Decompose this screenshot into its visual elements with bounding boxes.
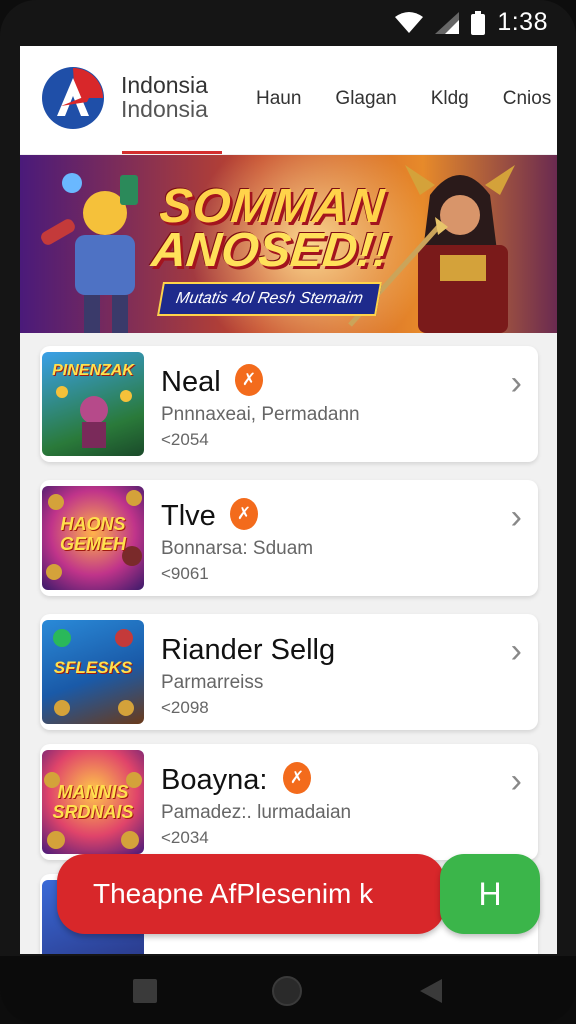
chevron-right-icon[interactable]: › <box>511 498 522 537</box>
chevron-right-icon[interactable]: › <box>511 632 522 671</box>
thumbnail-title: SFLESKS <box>53 658 133 677</box>
app-logo-icon[interactable] <box>41 66 105 130</box>
game-thumbnail: MANNIS SRDNAIS <box>42 750 144 854</box>
game-meta: <2054 <box>161 430 209 449</box>
nav-item-3[interactable]: Kldg <box>431 88 469 110</box>
chevron-right-icon[interactable]: › <box>511 364 522 403</box>
game-subtitle: Pnnnaxeai, Permadann <box>161 404 360 425</box>
nav-item-1[interactable]: Haun <box>256 88 301 110</box>
game-card[interactable]: SFLESKS Riander Sellg Parmarreiss <2098 … <box>40 614 538 730</box>
game-meta: <2098 <box>161 698 209 717</box>
game-thumbnail: HAONS GEMEH <box>42 486 144 590</box>
game-card[interactable]: MANNIS SRDNAIS Boayna: ✗ Pamadez:. lurma… <box>40 744 538 860</box>
promo-banner[interactable]: SOMMAN ANOSED!! Mutatis 4ol Resh Stemaim <box>20 155 557 333</box>
game-title: Tlve <box>161 500 216 532</box>
recents-icon[interactable] <box>132 978 158 1004</box>
game-card[interactable]: PINENZAK Neal ✗ Pnnnaxeai, Permadann <20… <box>40 346 538 462</box>
thumbnail-title: MANNIS SRDNAIS <box>52 782 134 822</box>
signal-icon <box>435 11 460 34</box>
brand-line-2: Indonsia <box>121 96 208 122</box>
game-subtitle: Bonnarsa: Sduam <box>161 538 314 559</box>
brand-name: Indonsia Indonsia <box>121 73 208 121</box>
game-title: Riander Sellg <box>161 634 336 666</box>
system-nav-bar <box>0 956 576 1024</box>
wifi-icon <box>395 11 424 33</box>
banner-title-line-2: ANOSED!! <box>149 224 393 277</box>
status-bar: 1:38 <box>0 0 576 46</box>
home-icon[interactable] <box>272 976 302 1006</box>
badge-icon: ✗ <box>235 364 263 396</box>
brand-line-1: Indonsia <box>121 72 208 98</box>
game-subtitle: Parmarreiss <box>161 672 264 693</box>
game-meta: <9061 <box>161 564 209 583</box>
banner-subtitle: Mutatis 4ol Resh Stemaim <box>157 282 382 316</box>
thumbnail-title: PINENZAK <box>52 362 134 379</box>
app-header: Indonsia Indonsia Haun Glagan Kldg Cnios <box>20 46 557 154</box>
badge-icon: ✗ <box>283 762 311 794</box>
secondary-action-button[interactable]: H <box>440 854 540 934</box>
primary-action-button[interactable]: Theapne AfPlesenim k <box>57 854 445 934</box>
phone-frame: 1:38 Indonsia Indonsia Haun Glagan Kldg … <box>0 0 576 1024</box>
game-thumbnail: SFLESKS <box>42 620 144 724</box>
thumbnail-title: HAONS GEMEH <box>59 514 126 554</box>
badge-icon: ✗ <box>230 498 258 530</box>
game-title: Neal <box>161 366 221 398</box>
nav-item-2[interactable]: Glagan <box>335 88 396 110</box>
game-subtitle: Pamadez:. lurmadaian <box>161 802 352 823</box>
game-card[interactable]: HAONS GEMEH Tlve ✗ Bonnarsa: Sduam <9061… <box>40 480 538 596</box>
chevron-right-icon[interactable]: › <box>511 762 522 801</box>
active-tab-indicator <box>122 151 222 154</box>
top-nav: Haun Glagan Kldg Cnios <box>256 88 551 110</box>
game-title: Boayna: <box>161 764 268 796</box>
game-meta: <2034 <box>161 828 209 847</box>
nav-item-4[interactable]: Cnios <box>503 88 552 110</box>
battery-icon <box>471 10 486 35</box>
status-time: 1:38 <box>497 8 548 36</box>
game-thumbnail: PINENZAK <box>42 352 144 456</box>
app-screen: Indonsia Indonsia Haun Glagan Kldg Cnios <box>20 46 557 954</box>
back-icon[interactable] <box>418 978 444 1004</box>
